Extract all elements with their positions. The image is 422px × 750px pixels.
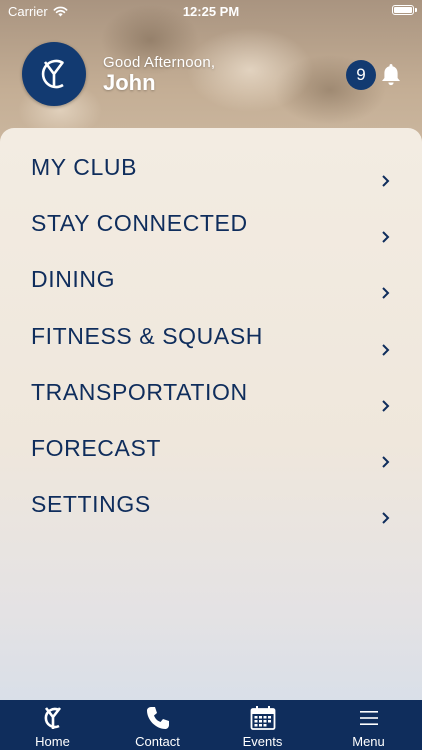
tab-label: Menu xyxy=(352,734,385,749)
calendar-icon xyxy=(250,706,275,730)
user-name: John xyxy=(103,70,156,95)
chevron-right-icon xyxy=(382,512,390,524)
status-time: 12:25 PM xyxy=(182,4,240,19)
main-menu-panel: MY CLUB STAY CONNECTED DINING FITNESS & … xyxy=(0,128,422,700)
hamburger-icon xyxy=(359,711,378,725)
bottom-tab-bar: Home Contact Events Menu xyxy=(0,700,422,750)
tab-label: Home xyxy=(35,734,70,749)
chevron-right-icon xyxy=(382,287,390,299)
battery-icon xyxy=(392,5,417,15)
greeting-block: Good Afternoon, John xyxy=(103,54,215,96)
tab-menu[interactable]: Menu xyxy=(315,700,422,750)
notification-count-badge[interactable]: 9 xyxy=(346,60,376,90)
menu-item-fitness-squash[interactable]: FITNESS & SQUASH xyxy=(0,309,422,365)
chevron-right-icon xyxy=(382,456,390,468)
menu-item-label: STAY CONNECTED xyxy=(31,210,248,236)
bell-icon[interactable] xyxy=(379,62,403,88)
menu-item-my-club[interactable]: MY CLUB xyxy=(0,140,422,196)
menu-item-stay-connected[interactable]: STAY CONNECTED xyxy=(0,196,422,252)
menu-item-label: DINING xyxy=(31,266,116,292)
club-logo-icon xyxy=(41,59,65,89)
chevron-right-icon xyxy=(382,231,390,243)
menu-item-label: FORECAST xyxy=(31,435,162,461)
greeting-text: Good Afternoon, xyxy=(103,54,216,71)
phone-icon xyxy=(146,707,169,729)
tab-label: Events xyxy=(242,734,283,749)
menu-item-label: MY CLUB xyxy=(31,154,138,180)
chevron-right-icon xyxy=(382,344,390,356)
menu-item-label: SETTINGS xyxy=(31,491,151,517)
tab-contact[interactable]: Contact xyxy=(105,700,210,750)
club-logo[interactable] xyxy=(22,42,86,106)
status-bar: Carrier 12:25 PM xyxy=(0,0,422,22)
menu-item-transportation[interactable]: TRANSPORTATION xyxy=(0,365,422,421)
menu-item-label: TRANSPORTATION xyxy=(31,379,248,405)
chevron-right-icon xyxy=(382,175,390,187)
menu-item-settings[interactable]: SETTINGS xyxy=(0,477,422,533)
menu-item-forecast[interactable]: FORECAST xyxy=(0,421,422,477)
menu-item-dining[interactable]: DINING xyxy=(0,252,422,308)
tab-label: Contact xyxy=(135,734,180,749)
tab-home[interactable]: Home xyxy=(0,700,105,750)
tab-events[interactable]: Events xyxy=(210,700,315,750)
menu-item-label: FITNESS & SQUASH xyxy=(31,323,263,349)
club-logo-icon xyxy=(44,707,61,729)
chevron-right-icon xyxy=(382,400,390,412)
